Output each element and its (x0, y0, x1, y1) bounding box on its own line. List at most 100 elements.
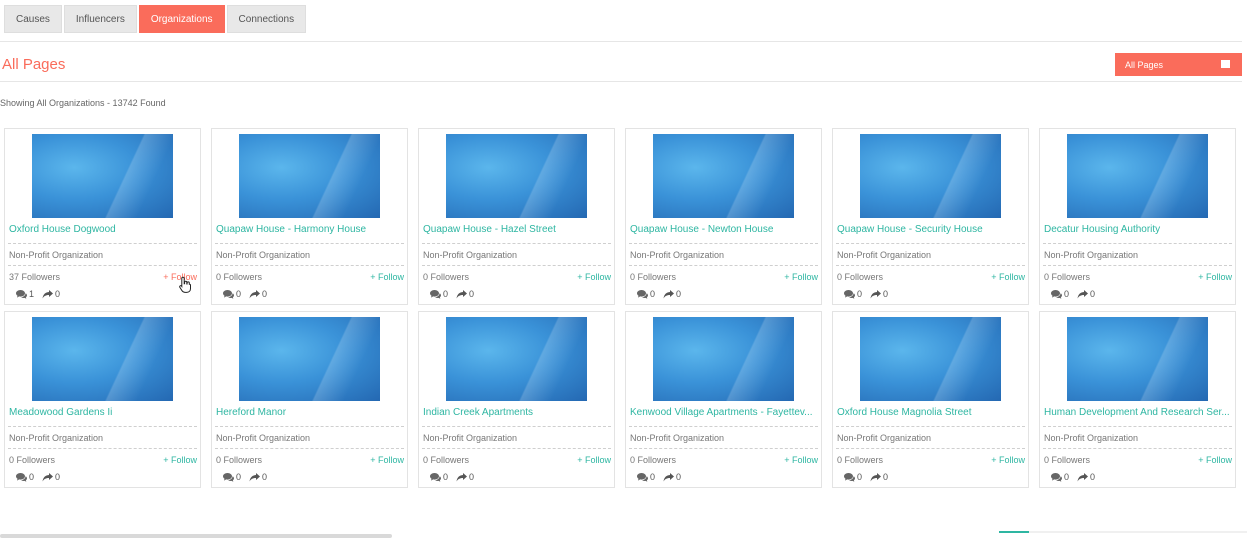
organization-name-link[interactable]: Quapaw House - Newton House (630, 224, 818, 235)
organization-name-link[interactable]: Hereford Manor (216, 407, 404, 418)
comments-stat[interactable]: 0 (1051, 472, 1069, 482)
organization-name-link[interactable]: Oxford House Magnolia Street (837, 407, 1025, 418)
organization-type: Non-Profit Organization (630, 433, 725, 443)
follow-button[interactable]: + Follow (370, 272, 404, 282)
card-stats: 0 0 (637, 472, 689, 482)
divider (836, 426, 1025, 427)
comments-stat[interactable]: 0 (223, 472, 241, 482)
comments-stat[interactable]: 0 (637, 472, 655, 482)
shares-stat[interactable]: 0 (870, 289, 888, 299)
comments-icon (844, 472, 857, 482)
page-title: All Pages (2, 56, 66, 73)
follow-button[interactable]: + Follow (577, 455, 611, 465)
share-icon (870, 472, 883, 482)
card-stats: 0 0 (430, 472, 482, 482)
shares-stat[interactable]: 0 (249, 472, 267, 482)
divider (0, 81, 1242, 82)
category-tabs: Causes Influencers Organizations Connect… (4, 5, 307, 33)
tab-organizations[interactable]: Organizations (138, 5, 225, 33)
share-icon (1077, 289, 1090, 299)
comments-stat[interactable]: 0 (430, 289, 448, 299)
shares-stat[interactable]: 0 (870, 472, 888, 482)
tab-connections[interactable]: Connections (226, 5, 307, 33)
organization-type: Non-Profit Organization (9, 250, 104, 260)
organization-thumbnail[interactable] (32, 317, 173, 401)
shares-stat[interactable]: 0 (42, 472, 60, 482)
organization-thumbnail[interactable] (239, 317, 380, 401)
organization-name-link[interactable]: Kenwood Village Apartments - Fayettev... (630, 407, 818, 418)
divider (629, 448, 818, 449)
follow-button[interactable]: + Follow (370, 455, 404, 465)
shares-stat[interactable]: 0 (1077, 472, 1095, 482)
divider (215, 426, 404, 427)
share-icon (456, 472, 469, 482)
horizontal-scrollbar[interactable] (0, 534, 392, 538)
comments-stat[interactable]: 0 (430, 472, 448, 482)
organization-thumbnail[interactable] (446, 134, 587, 218)
organization-thumbnail[interactable] (32, 134, 173, 218)
organization-card: Oxford House Magnolia Street Non-Profit … (832, 311, 1029, 488)
all-pages-filter-button[interactable]: All Pages (1115, 53, 1242, 76)
organization-card: Quapaw House - Harmony House Non-Profit … (211, 128, 408, 305)
follow-button[interactable]: + Follow (577, 272, 611, 282)
followers-count: 0 Followers (1044, 455, 1091, 465)
card-stats: 0 0 (844, 472, 896, 482)
follow-button[interactable]: + Follow (163, 455, 197, 465)
organization-name-link[interactable]: Quapaw House - Harmony House (216, 224, 404, 235)
organization-thumbnail[interactable] (446, 317, 587, 401)
divider (836, 265, 1025, 266)
divider (629, 426, 818, 427)
organization-thumbnail[interactable] (860, 317, 1001, 401)
divider (1043, 426, 1232, 427)
follow-button[interactable]: + Follow (991, 455, 1025, 465)
organization-name-link[interactable]: Quapaw House - Security House (837, 224, 1025, 235)
organization-card: Quapaw House - Hazel Street Non-Profit O… (418, 128, 615, 305)
share-icon (42, 289, 55, 299)
organization-card: Quapaw House - Security House Non-Profit… (832, 128, 1029, 305)
comments-icon (16, 289, 29, 299)
shares-stat[interactable]: 0 (249, 289, 267, 299)
divider (8, 448, 197, 449)
divider (8, 426, 197, 427)
pagination-bar[interactable] (999, 531, 1247, 533)
share-icon (1077, 472, 1090, 482)
organization-name-link[interactable]: Quapaw House - Hazel Street (423, 224, 611, 235)
tab-influencers[interactable]: Influencers (63, 5, 137, 33)
comments-stat[interactable]: 0 (844, 289, 862, 299)
shares-stat[interactable]: 0 (663, 289, 681, 299)
follow-button[interactable]: + Follow (1198, 455, 1232, 465)
shares-stat[interactable]: 0 (456, 289, 474, 299)
shares-stat[interactable]: 0 (663, 472, 681, 482)
tab-causes[interactable]: Causes (4, 5, 62, 33)
comments-stat[interactable]: 0 (844, 472, 862, 482)
shares-stat[interactable]: 0 (1077, 289, 1095, 299)
organization-thumbnail[interactable] (1067, 317, 1208, 401)
comments-count: 0 (857, 472, 863, 482)
follow-button[interactable]: + Follow (163, 272, 197, 282)
organization-thumbnail[interactable] (1067, 134, 1208, 218)
comments-stat[interactable]: 0 (223, 289, 241, 299)
comments-stat[interactable]: 0 (637, 289, 655, 299)
card-stats: 0 0 (1051, 472, 1103, 482)
organization-thumbnail[interactable] (239, 134, 380, 218)
organization-thumbnail[interactable] (860, 134, 1001, 218)
shares-count: 0 (883, 289, 889, 299)
organization-thumbnail[interactable] (653, 134, 794, 218)
shares-stat[interactable]: 0 (42, 289, 60, 299)
shares-stat[interactable]: 0 (456, 472, 474, 482)
comments-stat[interactable]: 0 (1051, 289, 1069, 299)
organization-name-link[interactable]: Meadowood Gardens Ii (9, 407, 197, 418)
comments-stat[interactable]: 0 (16, 472, 34, 482)
shares-count: 0 (676, 289, 682, 299)
comments-icon (223, 289, 236, 299)
organization-name-link[interactable]: Indian Creek Apartments (423, 407, 611, 418)
organization-thumbnail[interactable] (653, 317, 794, 401)
follow-button[interactable]: + Follow (784, 272, 818, 282)
organization-name-link[interactable]: Oxford House Dogwood (9, 224, 197, 235)
organization-name-link[interactable]: Decatur Housing Authority (1044, 224, 1232, 235)
comments-stat[interactable]: 1 (16, 289, 34, 299)
organization-name-link[interactable]: Human Development And Research Ser... (1044, 407, 1232, 418)
follow-button[interactable]: + Follow (1198, 272, 1232, 282)
follow-button[interactable]: + Follow (991, 272, 1025, 282)
follow-button[interactable]: + Follow (784, 455, 818, 465)
